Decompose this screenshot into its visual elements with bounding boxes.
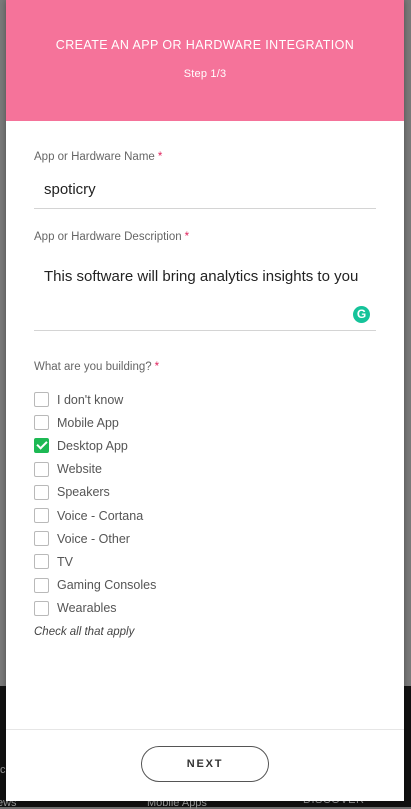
building-label: What are you building? * [34, 361, 376, 373]
create-integration-modal: CREATE AN APP OR HARDWARE INTEGRATION St… [6, 0, 404, 801]
checkbox-option-tv[interactable]: TV [34, 550, 376, 573]
grammarly-icon[interactable]: G [353, 306, 370, 323]
checkbox-label: Website [57, 462, 102, 477]
platform-checklist: I don't know Mobile App Desktop App Webs… [34, 388, 376, 620]
checkbox[interactable] [34, 508, 49, 524]
checkbox-label: I don't know [57, 392, 124, 407]
checkbox[interactable] [34, 461, 49, 477]
checkbox-option-i-dont-know[interactable]: I don't know [34, 388, 376, 411]
description-field-label: App or Hardware Description * [34, 231, 376, 243]
integration-form: App or Hardware Name* App or Hardware De… [6, 151, 404, 638]
required-mark: * [157, 151, 163, 163]
checkbox-label: Voice - Cortana [57, 508, 144, 523]
checkbox-option-gaming-consoles[interactable]: Gaming Consoles [34, 574, 376, 597]
checkbox-label: TV [57, 554, 73, 569]
checkbox[interactable] [34, 531, 49, 547]
building-label-text: What are you building? [34, 361, 152, 373]
checkbox[interactable] [34, 415, 49, 431]
checkbox[interactable] [34, 577, 49, 593]
checkbox-option-desktop-app[interactable]: Desktop App [34, 434, 376, 457]
next-button[interactable]: NEXT [141, 746, 269, 782]
checkbox-label: Voice - Other [57, 531, 130, 546]
checkbox-label: Speakers [57, 485, 110, 500]
checkbox-option-voice-cortana[interactable]: Voice - Cortana [34, 504, 376, 527]
checkbox-option-mobile-app[interactable]: Mobile App [34, 411, 376, 434]
step-indicator: Step 1/3 [183, 68, 227, 80]
checkbox-option-wearables[interactable]: Wearables [34, 597, 376, 620]
checkbox-label: Desktop App [57, 438, 128, 453]
checkbox-label: Mobile App [57, 415, 119, 430]
required-mark: * [154, 361, 160, 373]
checkbox[interactable] [34, 392, 49, 408]
checkbox-option-website[interactable]: Website [34, 458, 376, 481]
footer-divider [6, 729, 404, 730]
checkbox-label: Wearables [57, 601, 117, 616]
description-textarea[interactable]: This software will bring analytics insig… [34, 243, 376, 329]
name-input[interactable] [34, 163, 376, 209]
checkbox[interactable] [34, 600, 49, 616]
checkbox-label: Gaming Consoles [57, 578, 157, 593]
checkbox[interactable] [34, 484, 49, 500]
checkbox-option-speakers[interactable]: Speakers [34, 481, 376, 504]
description-label-text: App or Hardware Description [34, 231, 182, 243]
background-footer-fragment: c [0, 764, 6, 776]
checkbox[interactable] [34, 438, 49, 454]
required-mark: * [184, 231, 190, 243]
check-all-hint: Check all that apply [34, 625, 135, 638]
name-field-label: App or Hardware Name * [34, 151, 376, 163]
checkbox-option-voice-other[interactable]: Voice - Other [34, 527, 376, 550]
description-field: This software will bring analytics insig… [34, 243, 376, 331]
name-label-text: App or Hardware Name [34, 151, 155, 163]
modal-title: CREATE AN APP OR HARDWARE INTEGRATION [55, 38, 355, 52]
checkbox[interactable] [34, 554, 49, 570]
modal-header: CREATE AN APP OR HARDWARE INTEGRATION St… [6, 0, 404, 121]
